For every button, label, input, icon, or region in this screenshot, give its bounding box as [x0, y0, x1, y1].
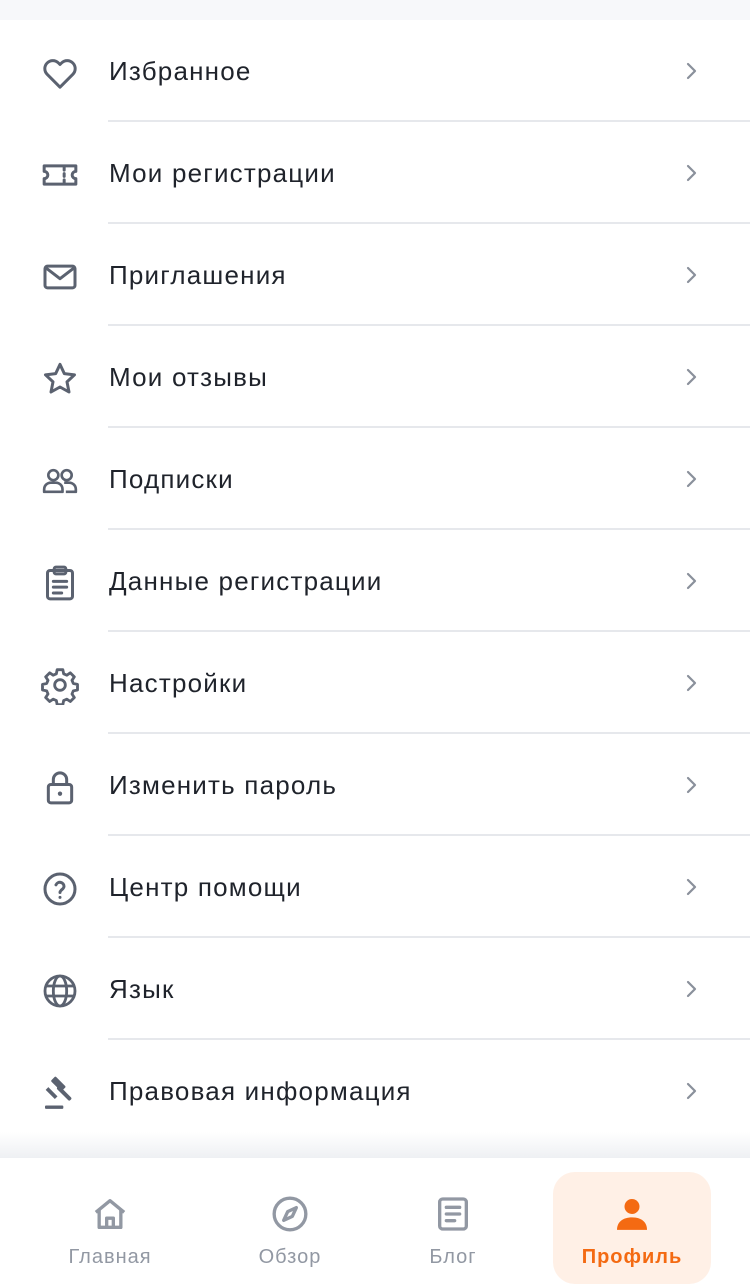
menu-item-label: Подписки: [109, 464, 234, 494]
users-icon: [40, 461, 80, 501]
menu-item-label: Настройки: [109, 668, 248, 698]
menu-item-help-center[interactable]: Центр помощи: [0, 836, 750, 938]
globe-icon: [40, 971, 80, 1011]
gavel-icon: [40, 1073, 80, 1113]
menu-item-label: Язык: [109, 974, 175, 1004]
menu-item-label: Мои регистрации: [109, 158, 336, 188]
menu-item-label: Избранное: [109, 56, 252, 86]
ticket-icon: [40, 155, 80, 195]
tab-profile[interactable]: Профиль: [553, 1172, 711, 1284]
heart-icon: [40, 53, 80, 93]
menu-item-label: Приглашения: [109, 260, 287, 290]
chevron-right-icon: [680, 1078, 704, 1104]
menu-item-settings[interactable]: Настройки: [0, 632, 750, 734]
help-circle-icon: [40, 869, 80, 909]
tab-label: Блог: [429, 1246, 477, 1268]
gear-icon: [40, 665, 80, 705]
menu-item-label: Мои отзывы: [109, 362, 269, 392]
document-icon: [433, 1194, 473, 1234]
home-icon: [90, 1194, 130, 1234]
clipboard-icon: [40, 563, 80, 603]
menu-item-label: Правовая информация: [109, 1076, 412, 1106]
chevron-right-icon: [680, 160, 704, 186]
tab-overview[interactable]: Обзор: [211, 1172, 369, 1284]
tab-label: Главная: [68, 1246, 152, 1268]
menu-item-label: Данные регистрации: [109, 566, 383, 596]
tab-home[interactable]: Главная: [31, 1172, 189, 1284]
compass-icon: [270, 1194, 310, 1234]
menu-item-change-password[interactable]: Изменить пароль: [0, 734, 750, 836]
chevron-right-icon: [680, 466, 704, 492]
menu-item-subscriptions[interactable]: Подписки: [0, 428, 750, 530]
menu-item-favorites[interactable]: Избранное: [0, 20, 750, 122]
menu-item-label: Изменить пароль: [109, 770, 338, 800]
menu-item-label: Центр помощи: [109, 872, 302, 902]
tab-label: Обзор: [258, 1246, 322, 1268]
menu-item-legal-info[interactable]: Правовая информация: [0, 1040, 750, 1142]
menu-item-my-registrations[interactable]: Мои регистрации: [0, 122, 750, 224]
envelope-icon: [40, 257, 80, 297]
profile-menu: Избранное Мои регистрации Приглашения Мо…: [0, 20, 750, 1142]
menu-item-registration-data[interactable]: Данные регистрации: [0, 530, 750, 632]
lock-icon: [40, 767, 80, 807]
top-strip: [0, 0, 750, 20]
menu-item-language[interactable]: Язык: [0, 938, 750, 1040]
star-icon: [40, 359, 80, 399]
chevron-right-icon: [680, 874, 704, 900]
bottom-tab-bar: Главная Обзор Блог Профиль: [0, 1158, 750, 1285]
chevron-right-icon: [680, 364, 704, 390]
tab-label: Профиль: [581, 1246, 683, 1268]
person-icon: [612, 1194, 652, 1234]
chevron-right-icon: [680, 262, 704, 288]
scroll-fade: [0, 1132, 750, 1158]
chevron-right-icon: [680, 58, 704, 84]
menu-item-my-reviews[interactable]: Мои отзывы: [0, 326, 750, 428]
menu-item-invitations[interactable]: Приглашения: [0, 224, 750, 326]
chevron-right-icon: [680, 568, 704, 594]
tab-blog[interactable]: Блог: [374, 1172, 532, 1284]
chevron-right-icon: [680, 976, 704, 1002]
chevron-right-icon: [680, 772, 704, 798]
chevron-right-icon: [680, 670, 704, 696]
